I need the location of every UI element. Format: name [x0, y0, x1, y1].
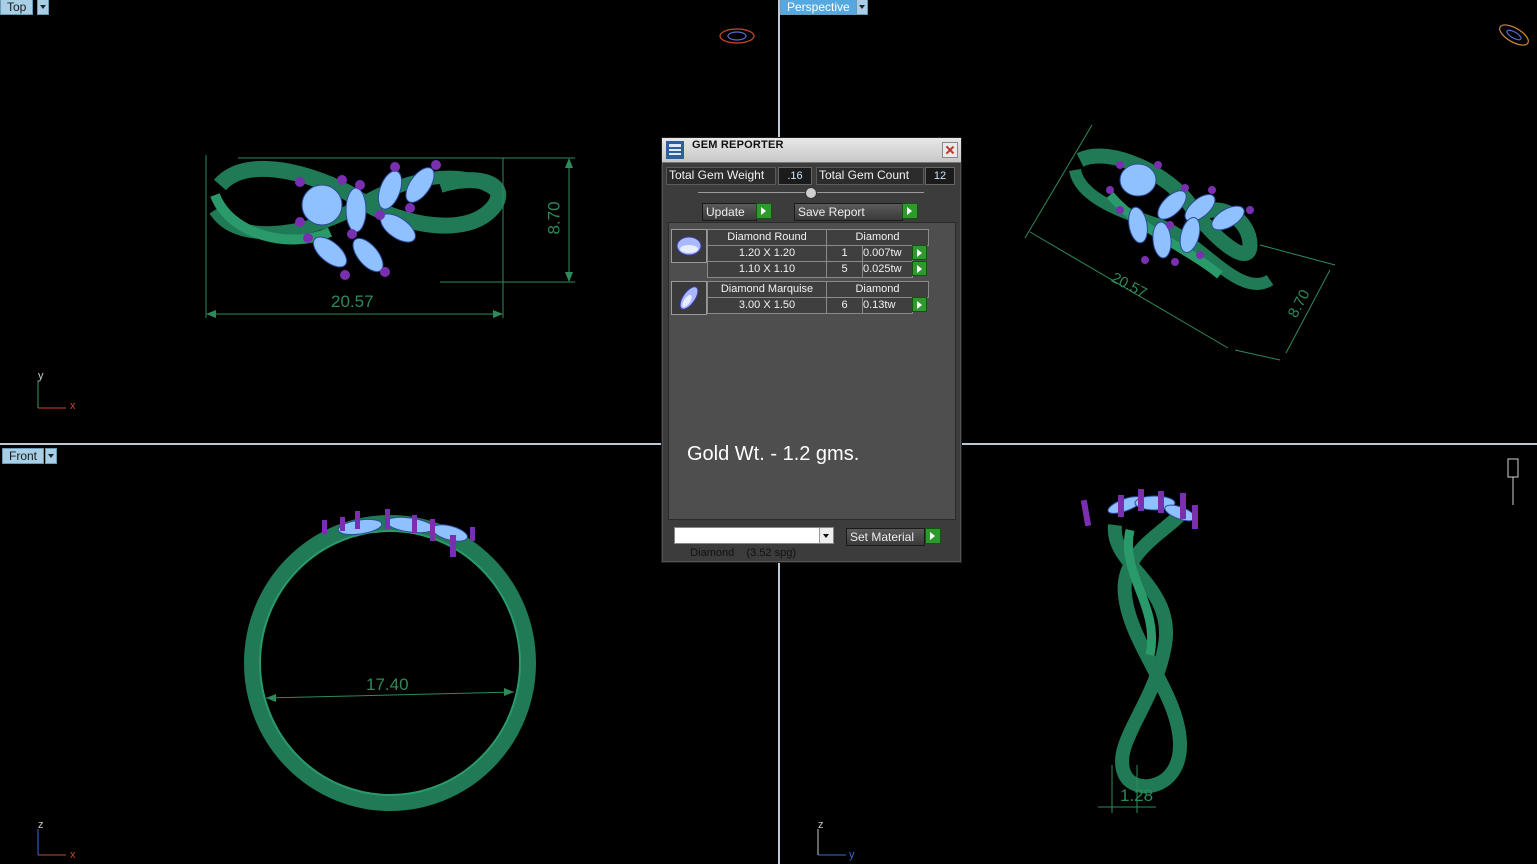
gem-weight: 0.007tw	[862, 245, 913, 262]
viewport-top-label[interactable]: Top	[0, 0, 34, 15]
gem-reporter-title: GEM REPORTER	[692, 139, 784, 151]
set-material-button[interactable]: Set Material	[846, 528, 925, 546]
viewport-perspective-label[interactable]: Perspective	[780, 0, 857, 15]
gem-list-area: Diamond Round Diamond 1.20 X 1.20 1 0.00…	[668, 222, 956, 520]
update-button[interactable]: Update	[702, 203, 757, 221]
marquise-gem-icon	[671, 281, 707, 315]
viewport-front-dropdown[interactable]	[45, 448, 57, 464]
axis-z-label: z	[38, 819, 44, 831]
axis-x-label: x	[70, 400, 76, 412]
gem-reporter-icon	[666, 141, 684, 159]
viewport-front-label[interactable]: Front	[2, 448, 45, 464]
gem-weight: 0.13tw	[862, 297, 913, 314]
gem-row-go-icon[interactable]	[912, 297, 927, 312]
front-diameter-dimension: 17.40	[366, 675, 409, 694]
gold-weight-note: Gold Wt. - 1.2 gms.	[687, 443, 860, 465]
save-report-button[interactable]: Save Report	[794, 203, 903, 221]
total-gem-count-label: Total Gem Count	[819, 168, 910, 182]
gem-count: 1	[826, 245, 863, 262]
axis-x-label: x	[70, 849, 76, 861]
gem-group-material: Diamond	[826, 281, 929, 298]
gem-row-go-icon[interactable]	[912, 245, 927, 260]
slider-handle[interactable]	[805, 187, 817, 199]
axis-z-label: z	[818, 819, 824, 831]
gem-group-name: Diamond Marquise	[707, 281, 827, 298]
set-material-go-icon[interactable]	[925, 528, 941, 544]
right-thickness-dimension: 1.28	[1120, 786, 1154, 805]
total-gem-count-value: 12	[925, 167, 955, 185]
viewport-top-dropdown[interactable]	[37, 0, 49, 15]
axis-y-label: y	[849, 849, 855, 861]
material-select-value: Diamond (3.52 spg)	[690, 547, 797, 559]
gem-size: 1.10 X 1.10	[707, 261, 827, 278]
gem-row-go-icon[interactable]	[912, 261, 927, 276]
save-report-go-icon[interactable]	[902, 203, 918, 219]
viewport-perspective-dropdown[interactable]	[856, 0, 868, 15]
gem-reporter-titlebar[interactable]: GEM REPORTER	[662, 138, 961, 163]
close-icon[interactable]	[942, 142, 958, 158]
gem-count: 5	[826, 261, 863, 278]
gem-size: 1.20 X 1.20	[707, 245, 827, 262]
axis-y-label: y	[38, 370, 44, 382]
gem-count: 6	[826, 297, 863, 314]
chevron-down-icon[interactable]	[819, 528, 833, 543]
round-gem-icon	[671, 229, 707, 263]
gem-group-material: Diamond	[826, 229, 929, 246]
total-gem-weight-value: .16	[778, 167, 812, 185]
update-go-icon[interactable]	[756, 203, 772, 219]
gem-reporter-panel: GEM REPORTER Total Gem Weight .16 Total …	[661, 137, 962, 563]
gem-group-name: Diamond Round	[707, 229, 827, 246]
top-width-dimension: 20.57	[331, 292, 374, 311]
top-height-dimension: 8.70	[544, 201, 564, 235]
gem-size: 3.00 X 1.50	[707, 297, 827, 314]
total-gem-weight-label: Total Gem Weight	[669, 168, 765, 182]
gem-weight: 0.025tw	[862, 261, 913, 278]
material-select[interactable]: Diamond (3.52 spg)	[674, 527, 834, 559]
